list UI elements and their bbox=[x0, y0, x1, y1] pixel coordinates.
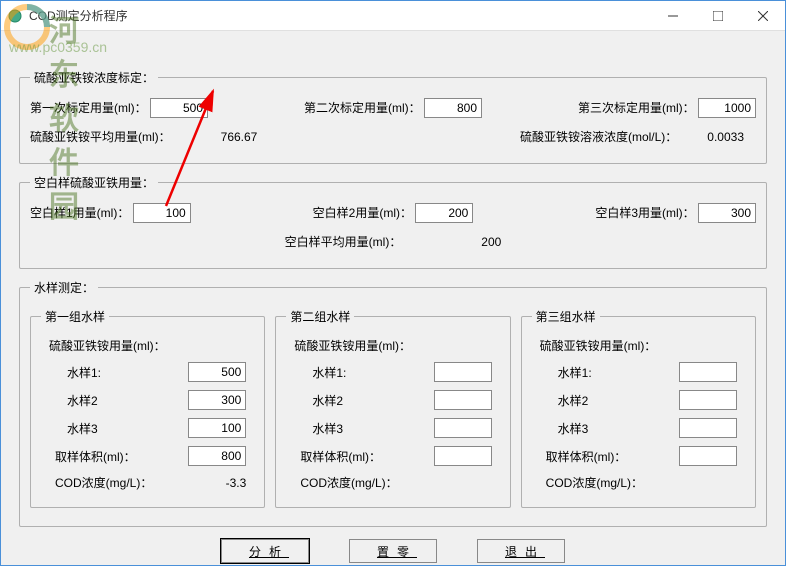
sample-group-3: 第三组水样 硫酸亚铁铵用量(ml)： 水样1: 水样2 水样3 取样体积(ml)… bbox=[521, 308, 756, 508]
button-row: 分析 置零 退出 bbox=[19, 539, 767, 563]
calibration-group: 硫酸亚铁铵浓度标定： 第一次标定用量(ml)： 第二次标定用量(ml)： 第三次… bbox=[19, 69, 767, 164]
blank1-field: 空白样1用量(ml)： bbox=[30, 203, 191, 223]
close-button[interactable] bbox=[740, 2, 785, 30]
sg3-s1-input[interactable] bbox=[679, 362, 737, 382]
cal1-label: 第一次标定用量(ml)： bbox=[30, 99, 147, 116]
sg3-vol-label: 取样体积(ml)： bbox=[540, 448, 640, 465]
sg3-header: 硫酸亚铁铵用量(ml)： bbox=[540, 337, 640, 354]
sg3-cod-label: COD浓度(mg/L)： bbox=[540, 474, 640, 491]
blank1-input[interactable] bbox=[133, 203, 191, 223]
sample-legend: 水样测定： bbox=[30, 279, 98, 296]
blank2-input[interactable] bbox=[415, 203, 473, 223]
calibration-legend: 硫酸亚铁铵浓度标定： bbox=[30, 69, 158, 86]
sg1-s3-label: 水样3 bbox=[49, 420, 149, 437]
sg3-s2-input[interactable] bbox=[679, 390, 737, 410]
blank3-input[interactable] bbox=[698, 203, 756, 223]
sg2-s1-label: 水样1: bbox=[294, 364, 394, 381]
sg2-s3-label: 水样3 bbox=[294, 420, 394, 437]
cal-avg-label: 硫酸亚铁铵平均用量(ml)： bbox=[30, 128, 171, 145]
sg3-s3-label: 水样3 bbox=[540, 420, 640, 437]
cal3-label: 第三次标定用量(ml)： bbox=[578, 99, 695, 116]
sg1-vol-input[interactable] bbox=[188, 446, 246, 466]
maximize-button[interactable] bbox=[695, 2, 740, 30]
cal2-input[interactable] bbox=[424, 98, 482, 118]
sg1-s3-input[interactable] bbox=[188, 418, 246, 438]
cal2-field: 第二次标定用量(ml)： bbox=[304, 98, 482, 118]
window-controls bbox=[650, 2, 785, 30]
blank-avg-value: 200 bbox=[441, 235, 501, 249]
sg1-vol-label: 取样体积(ml)： bbox=[49, 448, 149, 465]
blank2-label: 空白样2用量(ml)： bbox=[313, 204, 412, 221]
sample-group-2: 第二组水样 硫酸亚铁铵用量(ml)： 水样1: 水样2 水样3 取样体积(ml)… bbox=[275, 308, 510, 508]
blank3-label: 空白样3用量(ml)： bbox=[595, 204, 694, 221]
cal1-input[interactable] bbox=[150, 98, 208, 118]
sg2-s2-label: 水样2 bbox=[294, 392, 394, 409]
app-icon bbox=[7, 8, 23, 24]
cal-conc-value: 0.0033 bbox=[707, 130, 744, 144]
sg2-s1-input[interactable] bbox=[434, 362, 492, 382]
cal-avg-value: 766.67 bbox=[221, 130, 258, 144]
sg1-header: 硫酸亚铁铵用量(ml)： bbox=[49, 337, 149, 354]
blank-avg-label: 空白样平均用量(ml)： bbox=[285, 233, 402, 250]
minimize-button[interactable] bbox=[650, 2, 695, 30]
analyze-button[interactable]: 分析 bbox=[221, 539, 309, 563]
cal2-label: 第二次标定用量(ml)： bbox=[304, 99, 421, 116]
sg2-vol-input[interactable] bbox=[434, 446, 492, 466]
sg2-vol-label: 取样体积(ml)： bbox=[294, 448, 394, 465]
blank-group: 空白样硫酸亚铁用量： 空白样1用量(ml)： 空白样2用量(ml)： 空白样3用… bbox=[19, 174, 767, 269]
sample-group: 水样测定： 第一组水样 硫酸亚铁铵用量(ml)： 水样1: 水样2 水样3 取样… bbox=[19, 279, 767, 527]
sg1-s2-input[interactable] bbox=[188, 390, 246, 410]
exit-button[interactable]: 退出 bbox=[477, 539, 565, 563]
sg2-s3-input[interactable] bbox=[434, 418, 492, 438]
sg2-legend: 第二组水样 bbox=[286, 308, 354, 325]
zero-button[interactable]: 置零 bbox=[349, 539, 437, 563]
sg2-s2-input[interactable] bbox=[434, 390, 492, 410]
sg2-cod-label: COD浓度(mg/L)： bbox=[294, 474, 394, 491]
sg3-legend: 第三组水样 bbox=[532, 308, 600, 325]
sg1-s1-label: 水样1: bbox=[49, 364, 149, 381]
sample-group-1: 第一组水样 硫酸亚铁铵用量(ml)： 水样1: 水样2 水样3 取样体积(ml)… bbox=[30, 308, 265, 508]
blank-legend: 空白样硫酸亚铁用量： bbox=[30, 174, 158, 191]
sg3-s1-label: 水样1: bbox=[540, 364, 640, 381]
blank1-label: 空白样1用量(ml)： bbox=[30, 204, 129, 221]
window-title: COD测定分析程序 bbox=[29, 7, 650, 24]
titlebar: COD测定分析程序 bbox=[1, 1, 785, 31]
blank3-field: 空白样3用量(ml)： bbox=[595, 203, 756, 223]
sg3-s3-input[interactable] bbox=[679, 418, 737, 438]
sg1-cod-label: COD浓度(mg/L)： bbox=[49, 474, 149, 491]
cal-conc-label: 硫酸亚铁铵溶液浓度(mol/L)： bbox=[520, 128, 677, 145]
sg2-header: 硫酸亚铁铵用量(ml)： bbox=[294, 337, 394, 354]
cal3-field: 第三次标定用量(ml)： bbox=[578, 98, 756, 118]
sg3-s2-label: 水样2 bbox=[540, 392, 640, 409]
sg1-legend: 第一组水样 bbox=[41, 308, 109, 325]
client-area: 硫酸亚铁铵浓度标定： 第一次标定用量(ml)： 第二次标定用量(ml)： 第三次… bbox=[1, 31, 785, 565]
sg3-vol-input[interactable] bbox=[679, 446, 737, 466]
sg1-s2-label: 水样2 bbox=[49, 392, 149, 409]
sg1-cod-value: -3.3 bbox=[188, 476, 246, 490]
sg1-s1-input[interactable] bbox=[188, 362, 246, 382]
blank2-field: 空白样2用量(ml)： bbox=[313, 203, 474, 223]
window: COD测定分析程序 河东软件园 www.pc0359.cn 硫酸亚铁铵浓度标定：… bbox=[0, 0, 786, 566]
cal3-input[interactable] bbox=[698, 98, 756, 118]
cal1-field: 第一次标定用量(ml)： bbox=[30, 98, 208, 118]
